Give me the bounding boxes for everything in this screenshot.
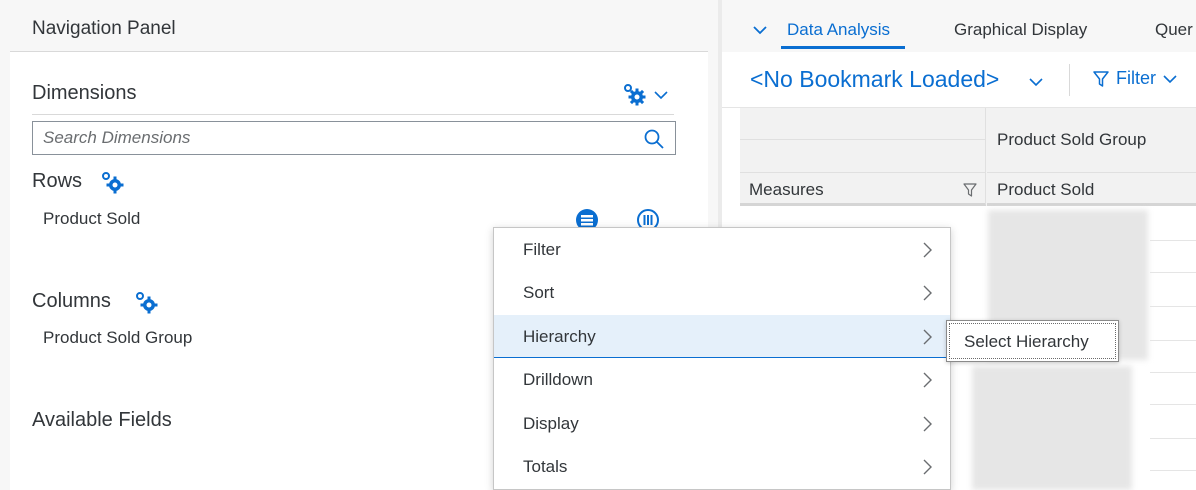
chevron-right-icon xyxy=(923,416,932,432)
dimensions-divider xyxy=(32,114,674,115)
filter-icon xyxy=(1093,70,1109,87)
tab-data-analysis[interactable]: Data Analysis xyxy=(787,20,890,40)
chevron-down-icon[interactable] xyxy=(1028,74,1044,90)
submenu-item-label: Select Hierarchy xyxy=(964,332,1089,351)
chevron-right-icon xyxy=(923,372,932,388)
dimensions-title: Dimensions xyxy=(32,82,137,104)
columns-title: Columns xyxy=(32,290,111,312)
grid-line xyxy=(1150,272,1196,273)
settings-icon[interactable] xyxy=(622,82,648,108)
navigation-panel-header: Navigation Panel xyxy=(10,0,708,52)
chevron-right-icon xyxy=(923,459,932,475)
grid-column-header[interactable]: Product Sold xyxy=(987,172,1196,206)
search-icon[interactable] xyxy=(643,128,665,150)
bookmark-bar: <No Bookmark Loaded> Filter xyxy=(722,52,1196,108)
chevron-down-icon xyxy=(1163,74,1177,83)
navigation-panel-title: Navigation Panel xyxy=(32,18,176,39)
bookmark-title[interactable]: <No Bookmark Loaded> xyxy=(750,66,999,93)
active-tab-indicator xyxy=(781,46,905,49)
filter-button[interactable]: Filter xyxy=(1092,68,1178,89)
search-dimensions-box xyxy=(32,121,676,155)
menu-item-sort[interactable]: Sort xyxy=(494,271,950,314)
context-menu: Filter Sort Hierarchy Drilldown Display … xyxy=(493,227,951,490)
hierarchy-submenu: Select Hierarchy xyxy=(946,320,1119,362)
grid-measures-header[interactable]: Measures xyxy=(740,172,986,206)
grid-line xyxy=(1150,240,1196,241)
menu-item-label: Display xyxy=(523,414,579,433)
rows-settings-icon[interactable] xyxy=(100,170,126,196)
grid-line xyxy=(1150,404,1196,405)
columns-settings-icon[interactable] xyxy=(134,290,160,316)
measures-label: Measures xyxy=(749,180,824,199)
column-header-product-sold-group: Product Sold Group xyxy=(997,130,1147,149)
menu-item-drilldown[interactable]: Drilldown xyxy=(494,358,950,401)
menu-item-filter[interactable]: Filter xyxy=(494,228,950,271)
grid-corner-cell xyxy=(740,140,986,172)
columns-item-product-sold-group[interactable]: Product Sold Group xyxy=(43,328,192,348)
menu-item-totals[interactable]: Totals xyxy=(494,445,950,488)
menu-item-label: Sort xyxy=(523,283,555,302)
grid-corner-cell xyxy=(740,108,986,140)
grid-column-header[interactable]: Product Sold Group xyxy=(987,108,1196,172)
tab-query[interactable]: Quer xyxy=(1155,20,1193,40)
dimensions-settings-menu[interactable] xyxy=(622,82,674,108)
tab-graphical-display[interactable]: Graphical Display xyxy=(954,20,1087,40)
chevron-right-icon xyxy=(923,329,932,345)
menu-item-hierarchy[interactable]: Hierarchy xyxy=(494,315,950,358)
rows-title: Rows xyxy=(32,170,83,192)
menu-item-display[interactable]: Display xyxy=(494,402,950,445)
chevron-down-icon[interactable] xyxy=(652,86,670,104)
grid-line xyxy=(1150,340,1196,341)
filter-button-label: Filter xyxy=(1116,68,1156,88)
tab-bar: Data Analysis Graphical Display Quer xyxy=(722,0,1196,52)
toolbar-divider xyxy=(1069,64,1070,96)
filter-icon[interactable] xyxy=(963,183,977,197)
chevron-right-icon xyxy=(923,242,932,258)
grid-line xyxy=(1150,306,1196,307)
menu-item-label: Hierarchy xyxy=(523,327,596,346)
search-dimensions-input[interactable] xyxy=(43,128,623,148)
blurred-data xyxy=(972,366,1132,490)
grid-line xyxy=(1150,372,1196,373)
chevron-right-icon xyxy=(923,285,932,301)
available-fields-title: Available Fields xyxy=(32,409,172,431)
menu-item-label: Filter xyxy=(523,240,561,259)
grid-line xyxy=(1150,470,1196,471)
column-header-product-sold: Product Sold xyxy=(997,180,1095,199)
submenu-item-select-hierarchy[interactable]: Select Hierarchy xyxy=(949,323,1116,359)
menu-item-label: Totals xyxy=(523,457,568,476)
chevron-down-icon[interactable] xyxy=(752,22,768,38)
menu-item-label: Drilldown xyxy=(523,370,593,389)
grid-line xyxy=(1150,438,1196,439)
rows-item-product-sold[interactable]: Product Sold xyxy=(43,209,140,229)
